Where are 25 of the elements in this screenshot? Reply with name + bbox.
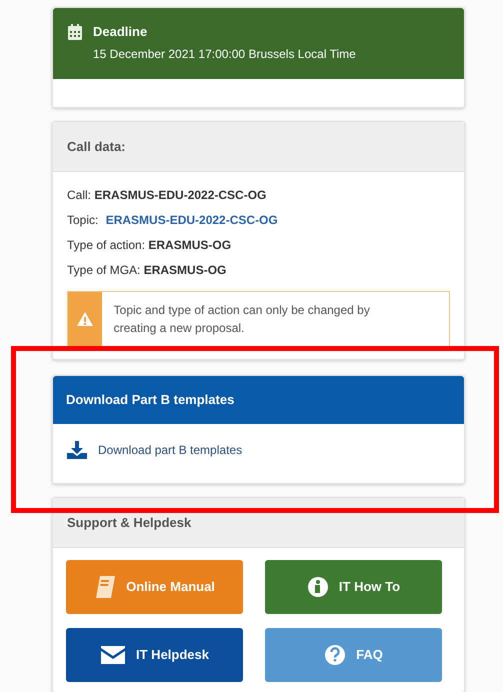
support-button[interactable]: FAQ xyxy=(265,628,442,682)
download-link[interactable]: Download part B templates xyxy=(66,440,242,460)
support-button[interactable]: IT How To xyxy=(265,560,442,614)
book-icon xyxy=(94,575,116,599)
field-label: Type of action: xyxy=(67,238,146,252)
download-icon xyxy=(66,440,88,460)
topic-link[interactable]: ERASMUS-EDU-2022-CSC-OG xyxy=(106,213,278,227)
field-label: Type of MGA: xyxy=(67,263,140,277)
envelope-icon xyxy=(100,645,126,665)
warning-icon xyxy=(76,311,94,327)
card-header: Call data: xyxy=(53,122,464,172)
field-value: ERASMUS-EDU-2022-CSC-OG xyxy=(94,188,266,202)
field-value: ERASMUS-OG xyxy=(144,263,226,277)
info-icon xyxy=(306,576,329,598)
question-icon xyxy=(324,644,346,666)
field-label: Topic: xyxy=(67,213,98,227)
support-button[interactable]: IT Helpdesk xyxy=(66,628,243,682)
deadline-title: Deadline xyxy=(93,23,148,41)
card-header: Support & Helpdesk xyxy=(53,498,464,548)
deadline-date: 15 December 2021 17:00:00 Brussels Local Time xyxy=(93,46,356,62)
field-value: ERASMUS-OG xyxy=(148,238,232,252)
card-header: Download Part B templates xyxy=(53,376,464,424)
field-label: Call: xyxy=(67,188,92,202)
warning-text: Topic and type of action can only be changed by creating a new proposal. xyxy=(112,302,371,337)
calendar-icon xyxy=(67,22,83,41)
